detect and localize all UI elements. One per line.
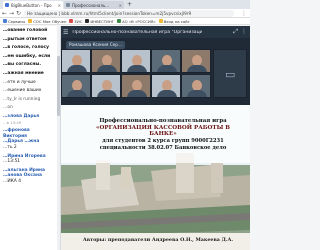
webcam-tile[interactable] xyxy=(121,49,151,73)
chat-message: …ем ошибку, если xyxy=(3,53,51,59)
bookmark-rossiya[interactable]: АО «В «РОССИЯ» xyxy=(117,19,156,24)
options-icon[interactable]: ⋮ xyxy=(241,28,247,36)
webcam-tile[interactable] xyxy=(181,49,211,73)
participant-body xyxy=(67,65,87,72)
webcam-tile[interactable] xyxy=(61,49,91,73)
page-icon xyxy=(66,3,70,7)
tab-title: BigBlueButton - Про xyxy=(11,2,52,8)
slide-title-main: «ОРГАНИЗАЦИЯ КАССОВОЙ РАБОТЫ В БАНКЕ» xyxy=(96,124,230,138)
bookmark-icon xyxy=(69,19,74,23)
users-icon[interactable]: ☰ xyxy=(63,29,68,36)
slide-title-block: Профессионально-познавательная игра «ОРГ… xyxy=(83,118,243,151)
meeting-header: ☰ Профессионально-познавательная игра "О… xyxy=(61,26,250,38)
chat-message: …ty_Ir is running xyxy=(3,96,41,102)
chat-panel: …ование головой …рытым ответом …в голосе, … xyxy=(0,26,61,250)
webcam-tile[interactable] xyxy=(91,49,121,73)
close-tab-icon[interactable]: × xyxy=(58,3,61,8)
bigbluebutton-icon xyxy=(5,3,9,7)
slide-subtitle: для студентов 2 курса групп 9000Г2231 xyxy=(102,138,224,145)
chat-message: …вы согласны. xyxy=(3,62,42,68)
webcam-tile[interactable] xyxy=(151,49,181,73)
chat-message: …13:51 xyxy=(3,159,21,165)
apps-icon xyxy=(3,19,7,23)
slide-authors: Авторы: преподаватели Андреева О.Н., Мак… xyxy=(82,237,234,243)
webcam-tile[interactable] xyxy=(61,74,91,98)
meeting-area: ☰ Профессионально-познавательная игра "О… xyxy=(61,26,250,250)
chat-message: …ИКА 4 xyxy=(3,178,21,184)
close-tab-icon[interactable]: × xyxy=(119,3,122,8)
presentation-slide[interactable]: Профессионально-познавательная игра «ОРГ… xyxy=(61,105,250,250)
presenter-name-chip: Ромашова Ксения Сер… xyxy=(66,41,126,49)
chat-message: …ть 2 xyxy=(3,144,17,150)
participant-body xyxy=(157,65,177,72)
bookmark-icon xyxy=(158,19,163,23)
bookmarks-bar: Сервисы СОС Мое Обучен ЕИС ИНВЕСТИНГ АО … xyxy=(0,18,250,25)
bookmark-investing[interactable]: ИНВЕСТИНГ xyxy=(85,19,114,24)
bookmark-eis[interactable]: ЕИС xyxy=(69,19,82,24)
participant-body xyxy=(67,90,87,97)
bookmark-icon xyxy=(85,19,90,23)
chat-message: …ете и лучше xyxy=(3,79,36,85)
url-field[interactable]: Не защищено | bbb.vlmm.ru/html5client/jo… xyxy=(24,10,234,17)
chat-message: …рытым ответом xyxy=(3,36,47,42)
screen-share-tile[interactable]: ▭ xyxy=(213,49,247,98)
webcam-tile[interactable] xyxy=(181,74,211,98)
participant-body xyxy=(97,65,117,72)
chat-message: …в голосе, голосу xyxy=(3,45,50,51)
reload-icon[interactable]: ↻ xyxy=(16,10,21,17)
webcam-tile[interactable] xyxy=(151,74,181,98)
chat-author: …фронова Виктория xyxy=(3,128,30,139)
monitor-icon: ▭ xyxy=(225,68,236,81)
back-arrow-icon[interactable]: ← xyxy=(2,10,7,17)
meeting-title: Профессионально-познавательная игра "Орг… xyxy=(72,29,203,35)
slide-title-line: Профессионально-познавательная игра xyxy=(99,118,227,124)
participant-body xyxy=(127,90,147,97)
chat-message: …в 13:49 xyxy=(3,119,22,125)
chat-scrollbar-thumb[interactable] xyxy=(57,56,60,116)
participant-body xyxy=(97,90,117,97)
chat-message: …ажная мнение xyxy=(3,70,44,76)
fullscreen-icon[interactable]: ⤢ xyxy=(233,28,238,36)
chat-messages: …ование головой …рытым ответом …в голосе, … xyxy=(0,26,58,246)
browser-tab-active[interactable]: BigBlueButton - Про × xyxy=(3,1,63,9)
bookmark-sos[interactable]: СОС Мое Обучен xyxy=(28,19,66,24)
browser-tab[interactable]: Профессиональ… × xyxy=(64,1,124,9)
participant-body xyxy=(127,65,147,72)
bookmark-icon xyxy=(28,19,33,23)
participant-body xyxy=(157,90,177,97)
participant-body xyxy=(187,65,207,72)
chat-message: …ование головой xyxy=(3,28,48,33)
tab-title: Профессиональ… xyxy=(72,2,110,8)
participant-body xyxy=(187,90,207,97)
bookmark-login[interactable]: Вход на сайт xyxy=(158,19,190,24)
chat-message: …on xyxy=(3,105,13,111)
slide-specialty: специальности 38.02.07 Банковское дело xyxy=(99,144,227,151)
webcam-tiles: ▭ xyxy=(61,49,250,105)
browser-tab-bar: BigBlueButton - Про × Профессиональ… × + xyxy=(0,0,250,9)
address-bar: ← → ↻ Не защищено | bbb.vlmm.ru/html5cli… xyxy=(0,9,250,18)
chat-message: …ешение ваших xyxy=(3,88,42,94)
bookmark-services[interactable]: Сервисы xyxy=(3,19,25,24)
webcam-tile[interactable] xyxy=(121,74,151,98)
bookmark-icon xyxy=(117,19,122,23)
forward-arrow-icon[interactable]: → xyxy=(9,10,14,17)
webcam-tile[interactable] xyxy=(91,74,121,98)
new-tab-button[interactable]: + xyxy=(127,1,132,8)
menu-icon[interactable]: ⋮ xyxy=(241,10,247,17)
